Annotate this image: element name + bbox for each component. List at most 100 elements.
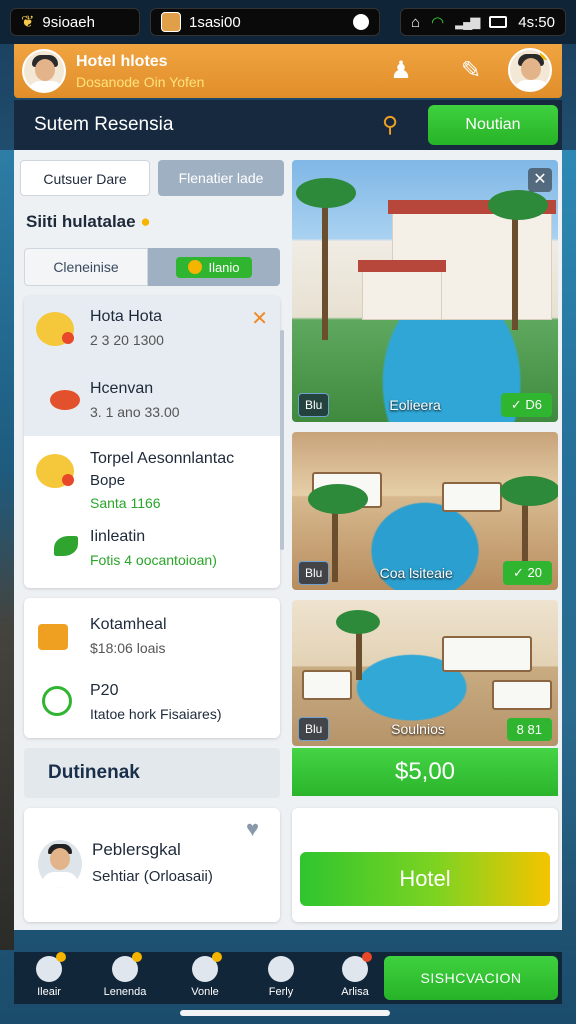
photo-price[interactable]: ✓ 20 — [503, 561, 552, 585]
contact-avatar — [38, 840, 82, 888]
contact-name: Peblersgkal — [92, 840, 181, 859]
nav-item-hotels[interactable]: Ileair — [14, 952, 84, 998]
tag-nav-icon — [112, 952, 142, 982]
photo-chip[interactable]: Blu — [298, 561, 330, 585]
list-card: Hota Hota 2 3 20 1300 ✕ Hcenvan 3. 1 ano… — [24, 296, 280, 588]
action-card: Hotel — [292, 808, 558, 922]
list-item-title: Iinleatin — [90, 528, 146, 545]
list-item-title: P20 — [90, 682, 119, 699]
dice-nav-icon — [192, 952, 222, 982]
notification-button[interactable]: Noutian — [428, 105, 558, 145]
photo-chip[interactable]: Blu — [298, 717, 330, 741]
profile-avatar[interactable] — [22, 49, 66, 93]
nav-item-arlisa[interactable]: Arlisa — [320, 952, 390, 998]
info-dot-icon: ● — [140, 212, 151, 231]
nav-label: Ferly — [268, 986, 294, 998]
leaf-nav-icon — [36, 952, 66, 982]
second-avatar[interactable]: × — [508, 48, 552, 92]
search-icon[interactable]: ⚲ — [382, 112, 408, 138]
globe-nav-icon — [268, 956, 294, 982]
header-subtitle: Dosanode Oin Yofen — [76, 73, 205, 90]
nav-label: Ileair — [37, 986, 61, 998]
list-item[interactable]: Kotamheal $18:06 loais — [34, 616, 270, 666]
close-icon[interactable]: ✕ — [251, 306, 268, 331]
section-strip: Dutinenak — [24, 748, 280, 798]
photo-chip[interactable]: Blu — [298, 393, 330, 417]
tab-bar: Cutsuer Dare Flenatier lade — [20, 160, 284, 196]
list-item[interactable]: Torpel Aesonnlantac Bope Santa 1166 — [34, 450, 270, 516]
bottom-nav: Ileair Lenenda Vonle Ferly Arlisa SISHCV… — [14, 952, 562, 1004]
home-indicator[interactable] — [180, 1010, 390, 1016]
close-icon[interactable]: ✕ — [528, 168, 552, 192]
status-right-pill: ⌂ ◠ ▂▄▆ 4s:50 — [400, 8, 566, 36]
photo-price[interactable]: 8 81 — [506, 717, 552, 741]
sync-button[interactable]: SISHCVACION — [384, 956, 558, 1000]
segment-chip: Ilanio — [176, 256, 252, 278]
segment-right[interactable]: Ilanio — [148, 248, 280, 286]
favorite-icon[interactable]: ♥ — [246, 816, 272, 841]
user-icon[interactable]: ♟ — [386, 56, 416, 86]
segmented-control: Cleneinise Ilanio — [24, 248, 280, 286]
crab-icon — [34, 380, 80, 420]
status-mid-pill: 1sasi00 — [150, 8, 380, 36]
notification-badge-icon: × — [540, 50, 550, 60]
tab-filter-mode[interactable]: Flenatier lade — [158, 160, 284, 196]
leaf-icon: ❦ — [21, 14, 35, 31]
box-icon — [34, 616, 74, 656]
photo-price[interactable]: ✓ D6 — [500, 393, 552, 417]
list-item[interactable]: P20 Itatoe hork Fisaiares) — [34, 682, 270, 732]
header-title: Hotel hlotes — [76, 52, 168, 70]
hotel-photo[interactable]: ✕ Blu Eolieera ✓ D6 — [292, 160, 558, 422]
status-bar: ❦ 9sioaeh 1sasi00 ⌂ ◠ ▂▄▆ 4s:50 — [0, 0, 576, 44]
coin-icon — [188, 260, 203, 274]
contact-card[interactable]: Peblersgkal Sehtiar (Orloasaii) ♥ — [24, 808, 280, 922]
circle-leaf-icon — [34, 682, 74, 722]
photo-label: Soulnios — [391, 721, 445, 737]
flag-nav-icon — [342, 952, 372, 982]
nav-item-legend[interactable]: Lenenda — [90, 952, 160, 998]
hotel-photo[interactable]: Blu Soulnios 8 81 — [292, 600, 558, 746]
contact-sub: Sehtiar (Orloasaii) — [92, 868, 213, 885]
status-time: 4s:50 — [518, 13, 555, 31]
list-item-title: Kotamheal — [90, 616, 167, 633]
list-item-sub: 2 3 20 1300 — [90, 332, 164, 348]
list-item-sub: Itatoe hork Fisaiares) — [90, 706, 222, 722]
list-card: Kotamheal $18:06 loais P20 Itatoe hork F… — [24, 598, 280, 738]
list-item-sub: Santa 1166 — [90, 495, 161, 511]
emoji-face-icon — [34, 450, 74, 490]
segment-chip-label: Ilanio — [208, 259, 240, 275]
section-title: Siiti hulatalae ● — [26, 212, 151, 232]
battery-icon — [489, 16, 508, 28]
status-mid-text: 1sasi00 — [189, 13, 241, 31]
total-price: $5,00 — [292, 748, 558, 796]
nav-label: Vonle — [191, 986, 219, 998]
leaf-icon — [34, 528, 78, 568]
tab-customer-date[interactable]: Cutsuer Dare — [20, 160, 150, 196]
list-item-title: Torpel Aesonnlantac — [90, 450, 235, 467]
photo-label: Eolieera — [389, 397, 441, 413]
list-item-sub: 3. 1 ano 33.00 — [90, 404, 180, 420]
hotel-button[interactable]: Hotel — [300, 852, 550, 906]
nav-item-ferly[interactable]: Ferly — [246, 956, 316, 998]
segment-left[interactable]: Cleneinise — [24, 248, 148, 286]
alarm-icon: ⌂ — [411, 13, 421, 31]
list-item-sub: $18:06 loais — [90, 640, 166, 656]
nav-label: Lenenda — [103, 986, 147, 998]
title-bar: Sutem Resensia ⚲ Noutian — [14, 100, 562, 150]
list-item-title: Hcenvan — [90, 380, 154, 397]
list-item[interactable]: Hota Hota 2 3 20 1300 — [34, 308, 270, 358]
list-item[interactable]: Hcenvan 3. 1 ano 33.00 — [34, 380, 270, 430]
main-panel: Cutsuer Dare Flenatier lade Siiti hulata… — [14, 150, 562, 930]
list-item-title-2: Bope — [90, 472, 126, 489]
nav-item-vonle[interactable]: Vonle — [170, 952, 240, 998]
record-icon — [353, 14, 369, 30]
tag-icon[interactable]: ✎ — [456, 56, 486, 86]
signal-icon: ▂▄▆ — [455, 14, 480, 29]
hotel-photo[interactable]: Blu Coa lsiteaie ✓ 20 — [292, 432, 558, 590]
emoji-face-icon — [34, 308, 74, 348]
background-ocean-left — [0, 150, 14, 950]
app-avatar-icon — [161, 12, 181, 32]
scrollbar[interactable] — [280, 330, 284, 550]
list-item[interactable]: Iinleatin Fotis 4 oocantoioan) — [34, 528, 270, 578]
wifi-icon: ◠ — [431, 14, 445, 31]
